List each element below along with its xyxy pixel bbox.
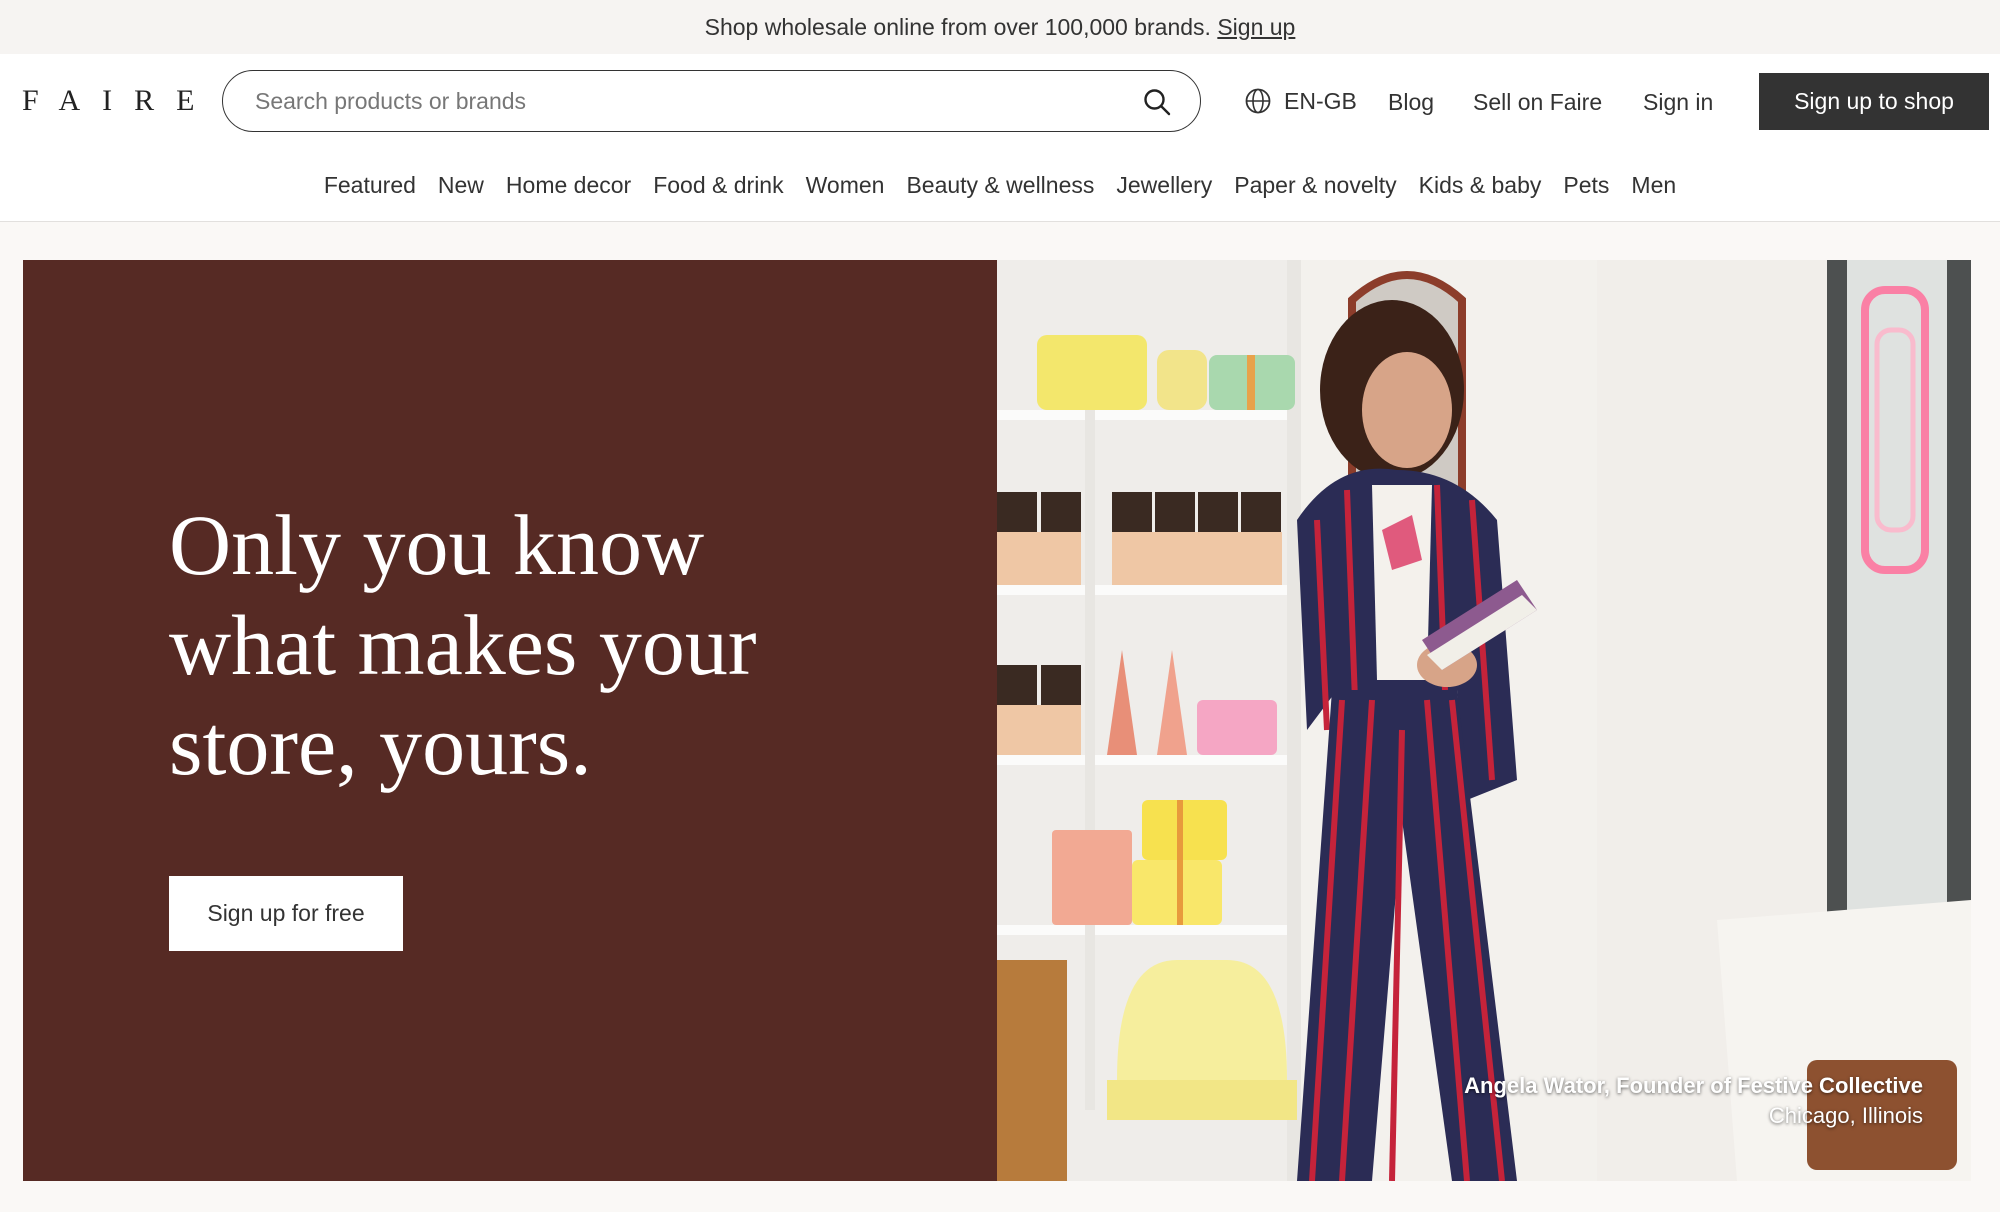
category-paper-novelty[interactable]: Paper & novelty — [1234, 172, 1396, 199]
sign-in-link[interactable]: Sign in — [1643, 89, 1713, 116]
sign-up-to-shop-button[interactable]: Sign up to shop — [1759, 73, 1989, 130]
search-input[interactable]: Search products or brands — [222, 70, 1201, 132]
caption-location: Chicago, Illinois — [1768, 1103, 1923, 1128]
header: FAIRE Search products or brands EN-GB Bl… — [0, 54, 2000, 150]
sell-on-faire-link[interactable]: Sell on Faire — [1473, 89, 1602, 116]
hero-text-panel: Only you know what makes your store, you… — [23, 260, 997, 1181]
category-men[interactable]: Men — [1631, 172, 1676, 199]
hero-photo: Angela Wator, Founder of Festive Collect… — [997, 260, 1971, 1181]
search-placeholder: Search products or brands — [255, 88, 527, 114]
promo-bar: Shop wholesale online from over 100,000 … — [0, 0, 2000, 54]
hero-headline: Only you know what makes your store, you… — [169, 497, 757, 793]
photo-caption: Angela Wator, Founder of Festive Collect… — [1464, 1071, 1923, 1131]
promo-signup-link[interactable]: Sign up — [1217, 14, 1295, 41]
sign-up-for-free-button[interactable]: Sign up for free — [169, 876, 403, 951]
language-selector[interactable]: EN-GB — [1244, 87, 1357, 115]
promo-text: Shop wholesale online from over 100,000 … — [704, 13, 1211, 40]
category-women[interactable]: Women — [806, 172, 885, 199]
category-pets[interactable]: Pets — [1563, 172, 1609, 199]
store-owner-photo — [997, 260, 1971, 1181]
globe-icon — [1245, 88, 1271, 114]
search-icon[interactable] — [1142, 87, 1172, 117]
category-nav: Featured New Home decor Food & drink Wom… — [0, 150, 2000, 222]
faire-logo[interactable]: FAIRE — [22, 84, 216, 118]
category-new[interactable]: New — [438, 172, 484, 199]
category-jewellery[interactable]: Jewellery — [1116, 172, 1212, 199]
category-beauty-wellness[interactable]: Beauty & wellness — [906, 172, 1094, 199]
category-kids-baby[interactable]: Kids & baby — [1419, 172, 1542, 199]
category-food-drink[interactable]: Food & drink — [653, 172, 783, 199]
category-home-decor[interactable]: Home decor — [506, 172, 631, 199]
category-featured[interactable]: Featured — [324, 172, 416, 199]
language-label: EN-GB — [1284, 87, 1357, 114]
caption-name: Angela Wator, Founder of Festive Collect… — [1464, 1073, 1923, 1098]
hero-banner: Only you know what makes your store, you… — [23, 260, 1971, 1181]
blog-link[interactable]: Blog — [1388, 89, 1434, 116]
